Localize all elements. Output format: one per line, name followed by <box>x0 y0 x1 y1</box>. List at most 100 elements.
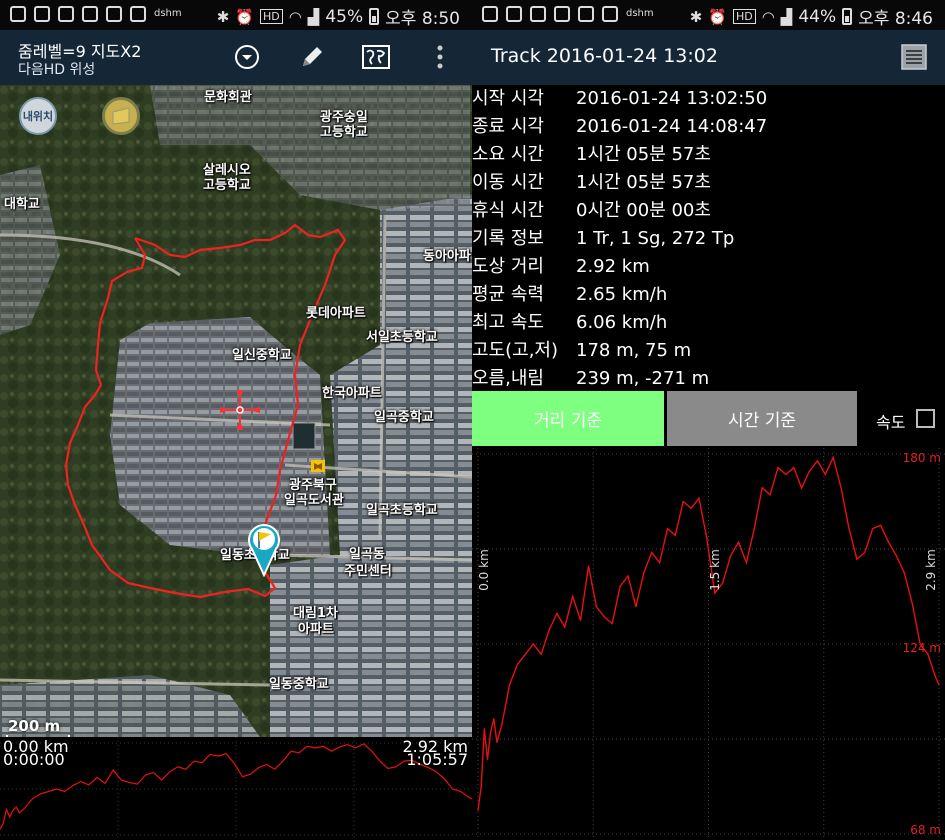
elevation-point <box>477 809 479 811</box>
info-key: 도상 거리 <box>472 256 544 277</box>
elevation-point <box>938 684 940 686</box>
map-label: 고등학교 <box>203 178 251 193</box>
map-label: 대학교 <box>4 197 40 212</box>
info-value: 178 m, 75 m <box>576 340 692 361</box>
map-label: 동아아파 <box>423 249 471 264</box>
carrier-label: dshm <box>154 8 182 19</box>
map-label: 일신중학교 <box>232 348 292 363</box>
info-key: 이동 시간 <box>472 172 544 193</box>
map-source-text[interactable]: 다음HD 위성 <box>18 59 95 79</box>
overflow-menu-button[interactable] <box>422 39 458 75</box>
map-screen: dshm ✱ ⏰ HD ◠ ▟ 45% 오후 8:50 줌레벨=9 지도X2 다… <box>0 0 472 840</box>
elevation-point <box>706 538 708 540</box>
elevation-point <box>816 460 818 462</box>
elevation-point <box>587 565 590 567</box>
facebook-icon <box>530 6 546 22</box>
track-action-bar: Track 2016-01-24 13:02 <box>472 30 945 85</box>
alarm-icon: ⏰ <box>235 7 254 26</box>
pencil-icon <box>303 47 322 66</box>
map-label: 일동중학교 <box>269 677 329 692</box>
clock: 오후 8:50 <box>385 9 460 29</box>
map-label: 광주북구 <box>289 478 337 493</box>
info-key: 최고 속도 <box>472 312 544 333</box>
elevation-chart[interactable]: 0.0 km 1.5 km 2.9 km 180 m 124 m 68 m <box>472 448 945 840</box>
map-label: 일곡동 <box>349 547 385 562</box>
elevation-point <box>856 558 858 560</box>
elevation-point <box>674 534 676 536</box>
bluetooth-icon: ✱ <box>689 7 703 26</box>
elevation-point <box>690 507 692 509</box>
map-label: 광주숭일 <box>320 110 368 125</box>
bluetooth-icon: ✱ <box>216 7 230 26</box>
my-location-button[interactable]: 내위치 <box>19 97 57 135</box>
gallery-icon <box>130 6 146 22</box>
elevation-point <box>761 487 763 489</box>
elevation-point <box>651 551 653 553</box>
chart-mode-bar: 거리 기준 시간 기준 속도 <box>472 391 945 446</box>
map-label: 일곡초등학교 <box>366 503 438 518</box>
map-label: 일곡중학교 <box>374 410 434 425</box>
dropdown-button[interactable] <box>229 39 265 75</box>
info-value: 2.92 km <box>576 256 650 277</box>
satellite-map[interactable]: 내위치 문화회관 광주숭일 고등학교 살레시오 고등학교 대학교 동아아파 롯데… <box>0 85 472 737</box>
elevation-point <box>801 487 803 489</box>
elevation-point <box>666 528 669 530</box>
layer-toggle-button[interactable] <box>102 97 140 135</box>
mini-profile-chart <box>0 737 472 840</box>
info-value: 2016-01-24 14:08:47 <box>576 116 768 137</box>
start-flag-marker-icon[interactable] <box>247 521 281 577</box>
signal-icon: ▟ <box>780 7 793 26</box>
elevation-point <box>493 718 495 720</box>
battery-icon <box>842 8 853 25</box>
info-value: 239 m, -271 m <box>576 368 710 389</box>
elevation-point <box>769 494 771 496</box>
info-key: 시작 시각 <box>472 88 544 109</box>
info-value: 1시간 05분 57초 <box>576 144 711 165</box>
library-icon <box>311 460 325 472</box>
elevation-point <box>911 602 913 604</box>
x-tick-label: 1.5 km <box>708 549 722 591</box>
elevation-point <box>753 528 755 530</box>
elevation-series-line <box>477 455 940 811</box>
elevation-point <box>580 619 582 621</box>
elevation-point <box>872 528 874 530</box>
x-tick-label: 0.0 km <box>477 549 491 591</box>
elevation-point <box>832 456 834 458</box>
info-row: 기록 정보 1 Tr, 1 Sg, 272 Tp <box>472 225 945 253</box>
elevation-point <box>935 677 937 679</box>
edit-button[interactable] <box>294 39 330 75</box>
mini-elevation-profile[interactable]: 0.00 km 0:00:00 2.92 km 1:05:57 <box>0 737 472 840</box>
elevation-point <box>887 541 890 543</box>
elevation-point <box>490 731 492 733</box>
info-key: 평균 속력 <box>472 284 544 305</box>
battery-percent: 44% <box>798 6 837 27</box>
map-label: 대림1차 <box>293 606 338 621</box>
elevation-point <box>548 629 550 631</box>
elevation-point <box>722 582 724 584</box>
speed-checkbox[interactable] <box>916 409 935 428</box>
elevation-point <box>824 473 826 475</box>
clock: 오후 8:46 <box>858 9 933 29</box>
distance-mode-button[interactable]: 거리 기준 <box>472 391 664 446</box>
map-label: 롯데아파트 <box>306 306 366 321</box>
elevation-point <box>572 595 574 598</box>
track-detail-screen: dshm ✱ ⏰ HD ◠ ▟ 44% 오후 8:46 Track 2016-0… <box>472 0 945 840</box>
map-label: 주민센터 <box>344 564 392 579</box>
elevation-point <box>643 572 645 574</box>
elevation-point <box>682 500 684 503</box>
elevation-point <box>698 497 700 499</box>
list-menu-button[interactable] <box>896 39 932 75</box>
world-map-icon <box>362 45 390 69</box>
elevation-point <box>864 551 866 553</box>
app-icon <box>578 6 594 22</box>
map-label: 고등학교 <box>320 125 368 140</box>
info-key: 오름,내림 <box>472 368 544 389</box>
map-select-button[interactable] <box>358 39 394 75</box>
info-key: 종료 시각 <box>472 116 544 137</box>
time-mode-button[interactable]: 시간 기준 <box>667 391 857 446</box>
elevation-point <box>737 541 740 543</box>
elevation-point <box>516 663 519 665</box>
elevation-point <box>483 728 485 730</box>
elevation-point <box>840 487 842 489</box>
app-icon <box>554 6 570 22</box>
